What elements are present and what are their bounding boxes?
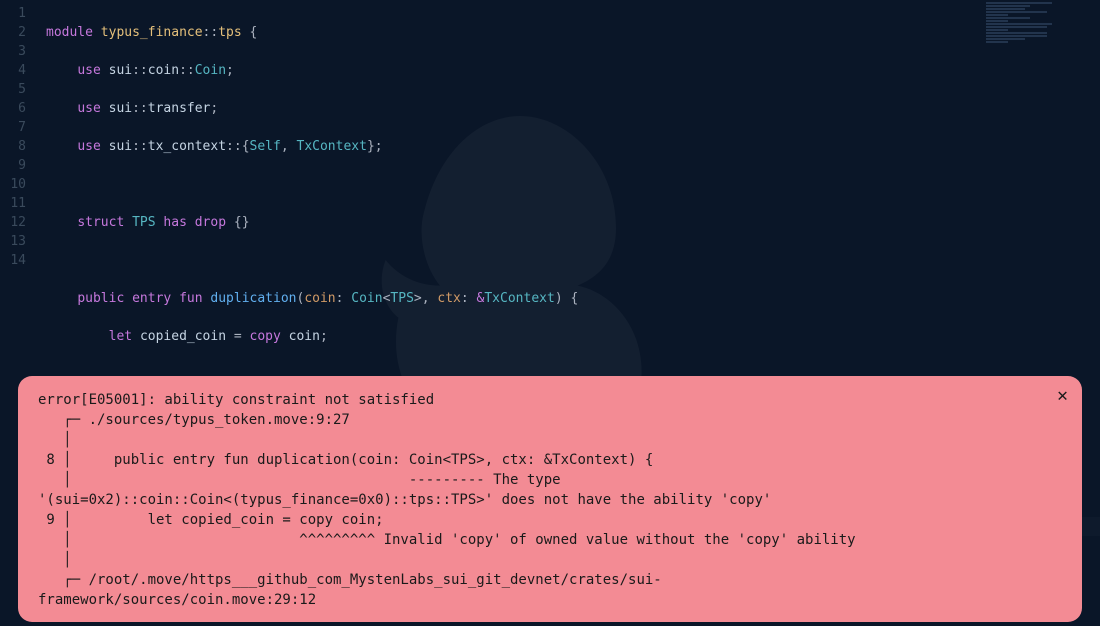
- error-annotation: │ --------- The type: [38, 472, 561, 488]
- error-path: ┌─ /root/.move/https___github_com_Mysten…: [38, 572, 662, 588]
- line-number: 10: [0, 175, 26, 194]
- error-line-8: 8 │ public entry fun duplication(coin: C…: [38, 452, 653, 468]
- line-number: 8: [0, 137, 26, 156]
- line-number: 2: [0, 23, 26, 42]
- close-icon[interactable]: ✕: [1057, 386, 1068, 406]
- line-number: 6: [0, 99, 26, 118]
- error-type-msg: '(sui=0x2)::coin::Coin<(typus_finance=0x…: [38, 492, 771, 508]
- line-number: 14: [0, 251, 26, 270]
- line-number: 7: [0, 118, 26, 137]
- error-panel: ✕ error[E05001]: ability constraint not …: [18, 376, 1082, 622]
- error-path: ┌─ ./sources/typus_token.move:9:27: [38, 412, 350, 428]
- line-number: 9: [0, 156, 26, 175]
- error-line-9: 9 │ let copied_coin = copy coin;: [38, 512, 384, 528]
- line-number: 1: [0, 4, 26, 23]
- line-number: 4: [0, 61, 26, 80]
- error-header: error[E05001]: ability constraint not sa…: [38, 392, 434, 408]
- error-annotation: │ ^^^^^^^^^ Invalid 'copy' of owned valu…: [38, 532, 856, 548]
- line-number: 12: [0, 213, 26, 232]
- line-number: 13: [0, 232, 26, 251]
- error-content: error[E05001]: ability constraint not sa…: [38, 390, 1062, 610]
- line-number: 3: [0, 42, 26, 61]
- line-number: 5: [0, 80, 26, 99]
- error-path: framework/sources/coin.move:29:12: [38, 592, 316, 608]
- line-number: 11: [0, 194, 26, 213]
